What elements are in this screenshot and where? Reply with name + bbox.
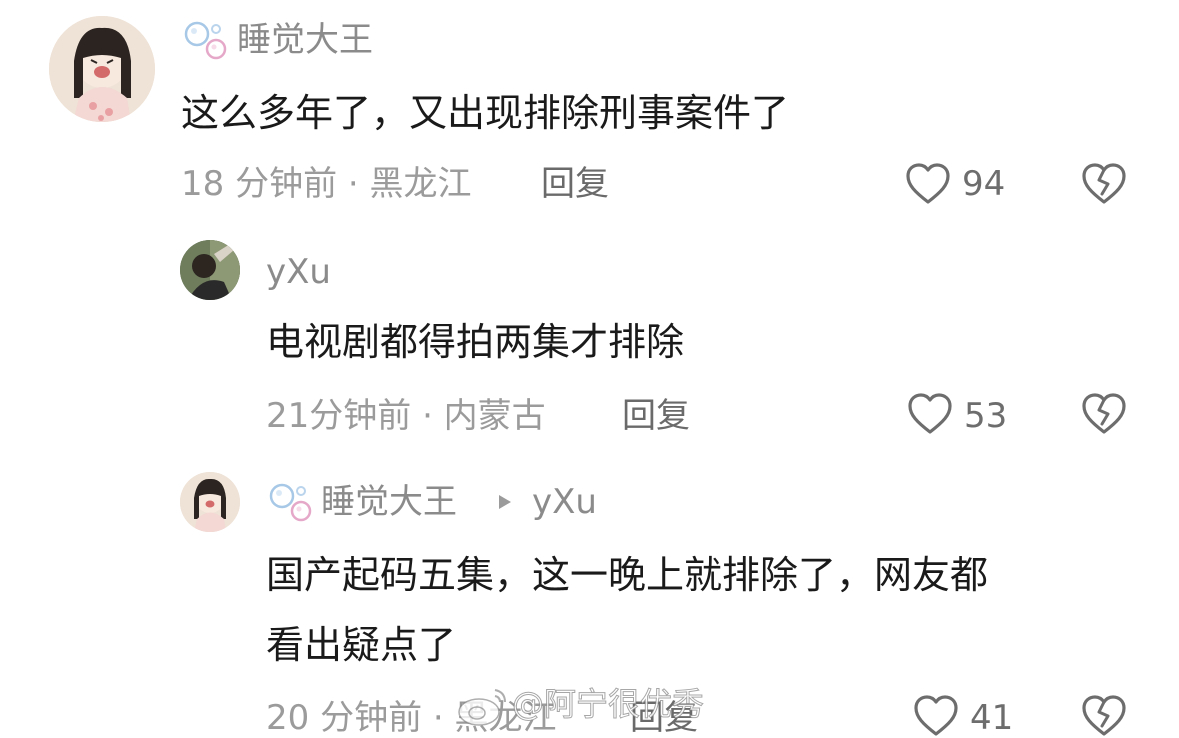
reply-arrow-icon — [495, 492, 515, 512]
dislike-button[interactable] — [1081, 392, 1127, 436]
comment-text: 电视剧都得拍两集才排除 — [266, 320, 685, 364]
comment-text: 国产起码五集，这一晚上就排除了，网友都 — [266, 553, 989, 597]
like-button[interactable] — [905, 162, 951, 206]
comment-meta: 21分钟前 · 内蒙古 — [266, 396, 546, 436]
comment-text: 这么多年了，又出现排除刑事案件了 — [181, 91, 790, 135]
avatar[interactable] — [180, 472, 240, 532]
bubbles-icon — [183, 20, 229, 60]
heart-icon — [906, 163, 950, 204]
watermark-text: @阿宁很优秀 — [511, 685, 705, 724]
like-button[interactable] — [907, 392, 953, 436]
comment-meta: 18 分钟前 · 黑龙江 — [181, 164, 472, 204]
broken-heart-icon — [1082, 695, 1126, 736]
avatar[interactable] — [49, 16, 155, 122]
dislike-button[interactable] — [1081, 162, 1127, 206]
reply-to-username[interactable]: yXu — [532, 482, 597, 522]
like-button[interactable] — [913, 694, 959, 738]
comment-username[interactable]: yXu — [266, 252, 331, 292]
dislike-button[interactable] — [1081, 694, 1127, 738]
avatar[interactable] — [180, 240, 240, 300]
like-count: 53 — [964, 396, 1008, 436]
weibo-logo-icon — [455, 684, 511, 728]
broken-heart-icon — [1082, 393, 1126, 434]
comment-text: 看出疑点了 — [266, 623, 457, 667]
like-count: 41 — [970, 698, 1014, 738]
broken-heart-icon — [1082, 163, 1126, 204]
reply-button[interactable]: 回复 — [622, 396, 690, 436]
reply-button[interactable]: 回复 — [541, 164, 609, 204]
comment-username[interactable]: 睡觉大王 — [321, 482, 457, 522]
bubbles-icon — [268, 482, 314, 522]
heart-icon — [914, 695, 958, 736]
like-count: 94 — [962, 164, 1006, 204]
comment-username[interactable]: 睡觉大王 — [237, 20, 373, 60]
heart-icon — [908, 393, 952, 434]
